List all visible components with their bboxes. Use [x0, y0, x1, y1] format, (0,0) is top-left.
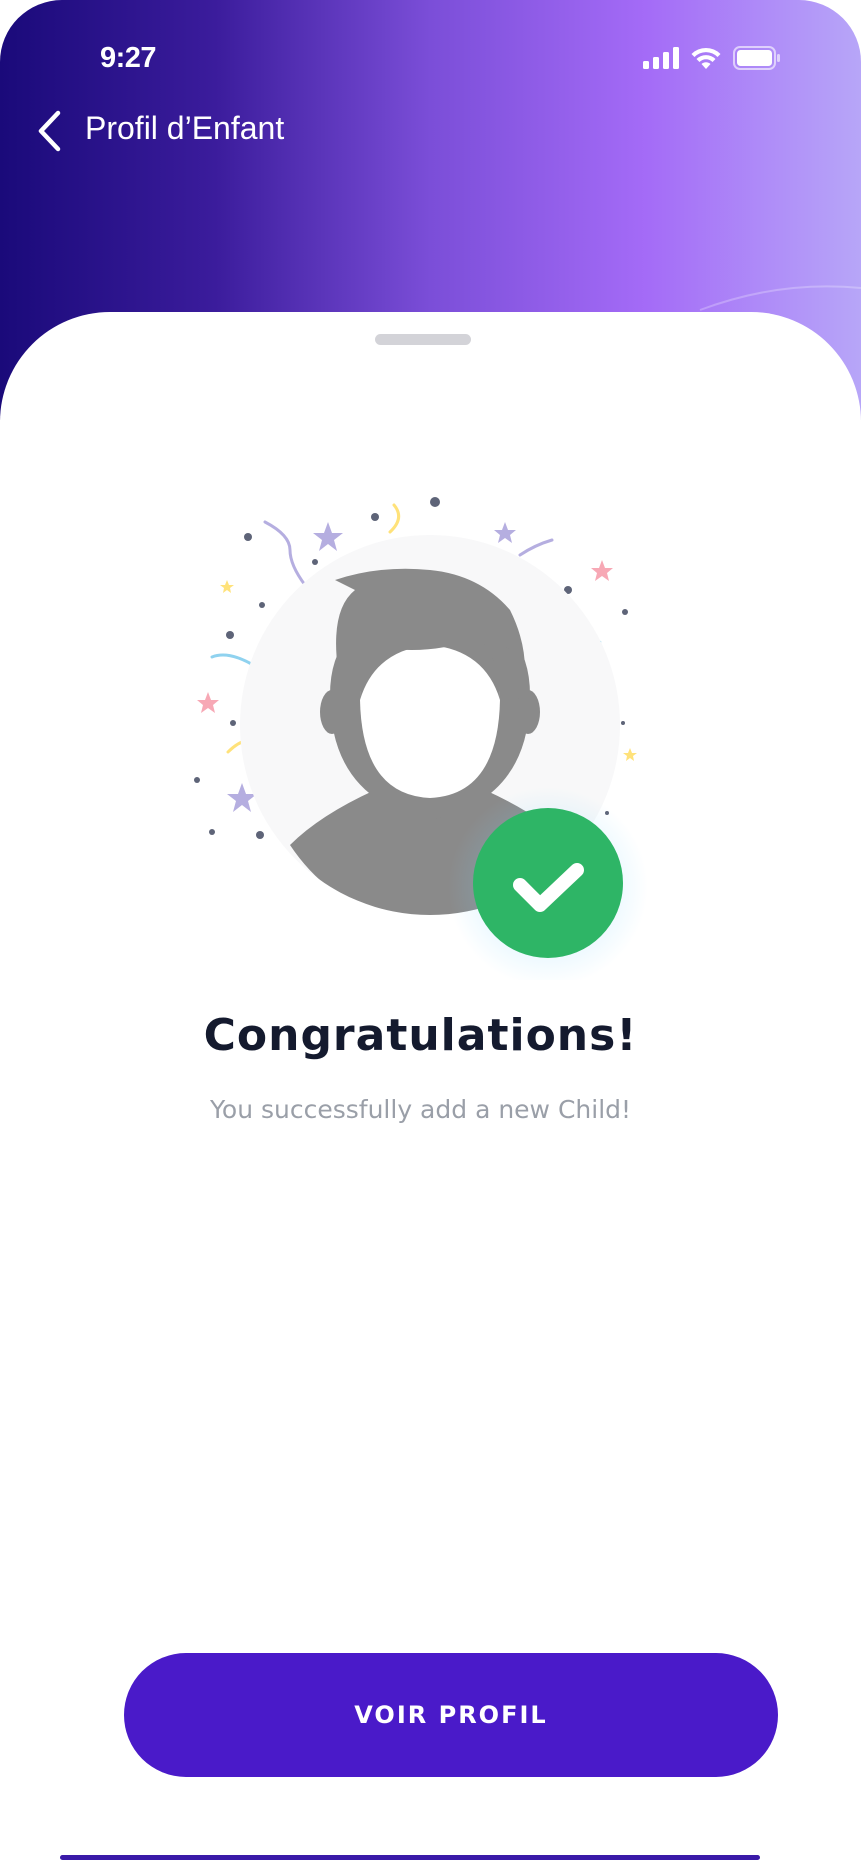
home-indicator — [60, 1855, 760, 1860]
success-badge — [473, 808, 623, 958]
success-title: Congratulations! — [203, 1010, 638, 1061]
sheet-handle[interactable] — [375, 334, 471, 345]
screen: 9:27 Profil d’Enfant Congratulations! Yo… — [0, 0, 861, 1860]
view-profile-label: VOIR PROFIL — [354, 1701, 548, 1729]
success-illustration — [194, 497, 648, 980]
success-message: You successfully add a new Child! — [209, 1095, 632, 1124]
view-profile-button[interactable]: VOIR PROFIL — [124, 1653, 778, 1777]
